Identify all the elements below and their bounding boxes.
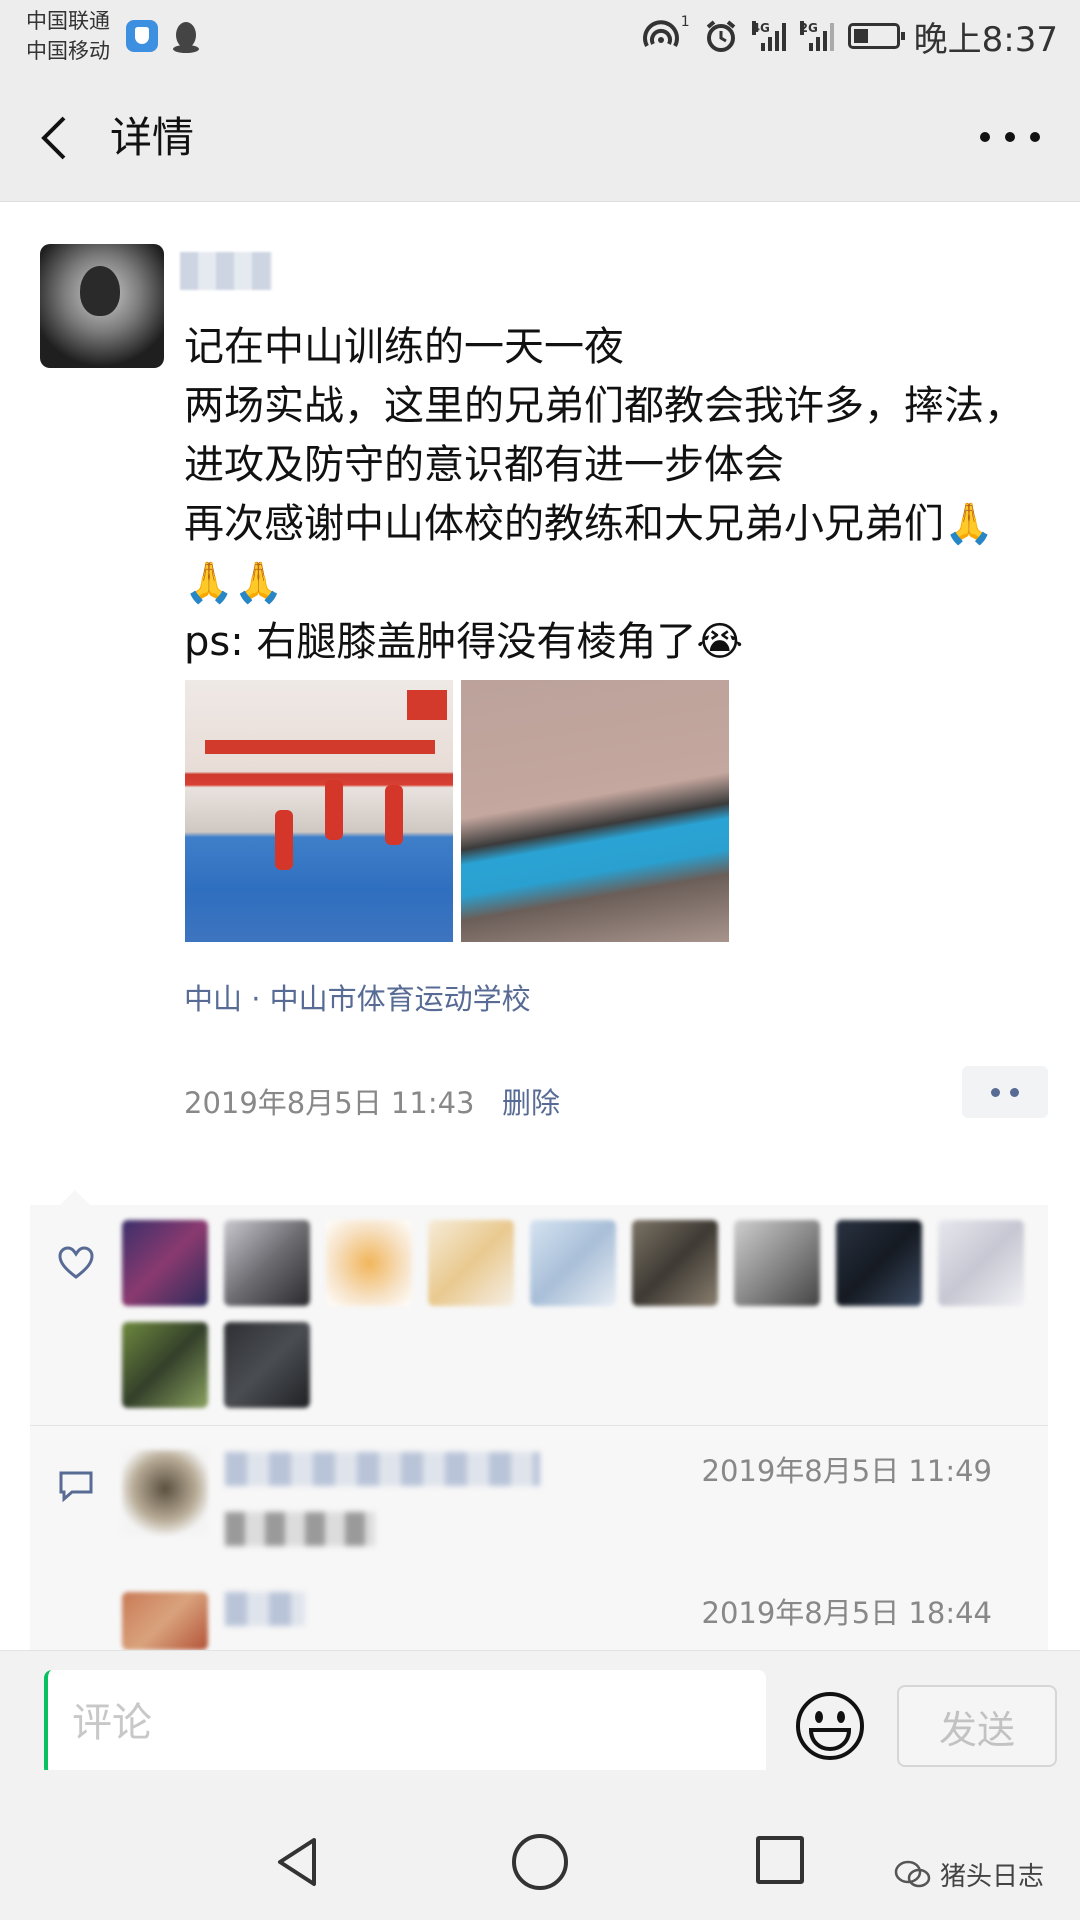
comment-input[interactable] xyxy=(44,1670,766,1776)
post-timestamp: 2019年8月5日 11:43 xyxy=(184,1086,475,1120)
more-options-button[interactable] xyxy=(980,122,1040,152)
liker-avatar[interactable] xyxy=(122,1322,208,1408)
figure-shape xyxy=(325,780,343,840)
clock: 晚上8:37 xyxy=(913,19,1058,60)
commenter-name-blurred[interactable] xyxy=(225,1452,540,1486)
comment-timestamp: 2019年8月5日 18:44 xyxy=(701,1596,993,1630)
back-arrow-icon[interactable] xyxy=(30,110,86,166)
author-avatar[interactable] xyxy=(40,244,164,368)
like-comment-menu-button[interactable] xyxy=(962,1066,1048,1118)
send-button[interactable]: 发送 xyxy=(897,1685,1057,1767)
figure-shape xyxy=(385,785,403,845)
carrier-1: 中国联通 xyxy=(26,9,110,33)
nav-back-triangle-icon[interactable] xyxy=(270,1834,326,1890)
heart-icon xyxy=(58,1246,94,1279)
status-bar: 中国联通 中国移动 1 4G 2G 晚上8:37 xyxy=(0,0,1080,72)
alarm-icon xyxy=(706,20,735,52)
comment-text-blurred xyxy=(225,1512,375,1546)
liker-avatar[interactable] xyxy=(836,1220,922,1306)
menu-dot-icon xyxy=(991,1087,1000,1097)
battery-icon xyxy=(847,23,905,49)
commenter-avatar[interactable] xyxy=(122,1592,208,1650)
panel-pointer xyxy=(60,1190,90,1205)
qq-penguin-icon xyxy=(173,22,199,53)
wechat-logo-icon xyxy=(894,1860,931,1887)
nav-home-circle-icon[interactable] xyxy=(512,1834,568,1890)
post-photo-gym[interactable] xyxy=(185,680,453,942)
page-title: 详情 xyxy=(110,113,195,162)
panel-divider xyxy=(30,1425,1048,1426)
commenter-name-blurred[interactable] xyxy=(225,1592,305,1626)
watermark: 猪头日志 xyxy=(894,1856,1044,1893)
comment-bubble-icon xyxy=(59,1471,93,1502)
post-photo-knee[interactable] xyxy=(461,680,729,942)
liker-avatar[interactable] xyxy=(938,1220,1024,1306)
figure-shape xyxy=(275,810,293,870)
liker-avatar[interactable] xyxy=(326,1220,412,1306)
post-text: 记在中山训练的一天一夜 两场实战，这里的兄弟们都教会我许多，摔法，进攻及防守的意… xyxy=(184,324,1024,665)
status-right: 1 4G 2G 晚上8:37 xyxy=(641,14,1058,60)
liker-avatar[interactable] xyxy=(224,1322,310,1408)
flag-shape xyxy=(407,690,447,720)
hotspot-icon xyxy=(642,20,679,47)
net-type-2: 2G xyxy=(799,21,818,35)
title-bar: 详情 xyxy=(0,72,1080,202)
more-dot-icon xyxy=(980,132,990,142)
banner-shape xyxy=(205,740,435,754)
signal-2g-icon: 2G xyxy=(799,21,834,51)
liker-avatar[interactable] xyxy=(530,1220,616,1306)
more-dot-icon xyxy=(1005,132,1015,142)
author-name-blurred[interactable] xyxy=(180,252,272,290)
more-dot-icon xyxy=(1030,132,1040,142)
liker-avatar[interactable] xyxy=(428,1220,514,1306)
post-location[interactable]: 中山 · 中山市体育运动学校 xyxy=(184,976,531,1018)
security-shield-icon xyxy=(126,20,158,52)
liker-avatar[interactable] xyxy=(632,1220,718,1306)
watermark-text: 猪头日志 xyxy=(939,1862,1044,1892)
comment-timestamp: 2019年8月5日 11:49 xyxy=(701,1454,993,1488)
liker-avatar[interactable] xyxy=(224,1220,310,1306)
signal-4g-icon: 4G xyxy=(751,21,786,51)
menu-dot-icon xyxy=(1010,1087,1019,1097)
liker-avatar[interactable] xyxy=(734,1220,820,1306)
emoji-smile-icon[interactable] xyxy=(794,1690,866,1762)
net-type-1: 4G xyxy=(751,21,770,35)
commenter-avatar[interactable] xyxy=(122,1450,208,1536)
carrier-names: 中国联通 中国移动 xyxy=(26,6,110,66)
liker-avatar[interactable] xyxy=(122,1220,208,1306)
carrier-2: 中国移动 xyxy=(26,39,110,63)
hotspot-count: 1 xyxy=(680,14,690,30)
delete-button[interactable]: 删除 xyxy=(502,1080,560,1122)
nav-recents-square-icon[interactable] xyxy=(756,1836,804,1884)
